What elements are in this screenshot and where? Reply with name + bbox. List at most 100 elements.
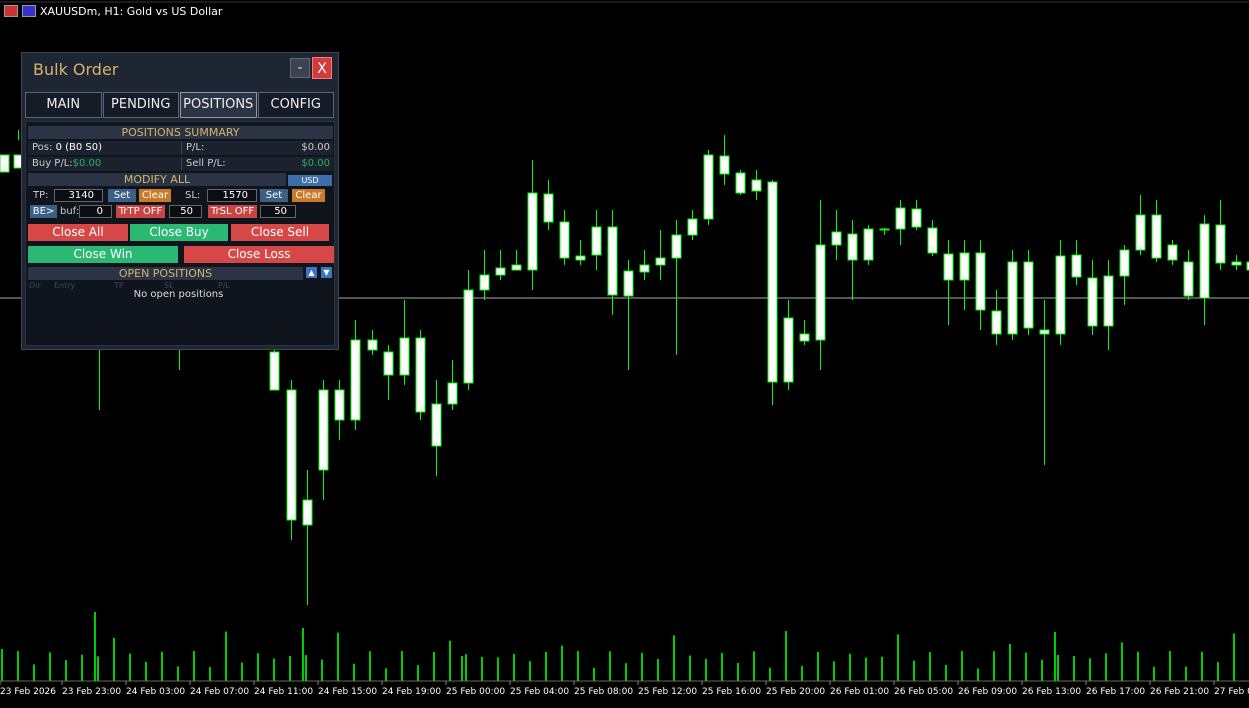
close-button[interactable]: X bbox=[312, 57, 332, 79]
candle-body bbox=[1087, 277, 1098, 327]
x-tick-label: 24 Feb 19:00 bbox=[382, 687, 441, 697]
tab-config[interactable]: CONFIG bbox=[257, 92, 334, 118]
positions-tab-content: POSITIONS SUMMARY Pos: 0 (B0 S0) P/L: $0… bbox=[25, 121, 335, 346]
candle-body bbox=[767, 181, 778, 383]
candle-body bbox=[1119, 249, 1130, 277]
x-tick-label: 24 Feb 07:00 bbox=[190, 687, 249, 697]
x-tick-label: 26 Feb 09:00 bbox=[958, 687, 1017, 697]
sl-clear-button[interactable]: Clear bbox=[292, 189, 325, 202]
candle-body bbox=[959, 252, 970, 281]
tab-bar: MAIN PENDING POSITIONS CONFIG bbox=[25, 92, 335, 118]
candle-body bbox=[863, 228, 874, 261]
x-tick-label: 24 Feb 15:00 bbox=[318, 687, 377, 697]
candle-body bbox=[463, 289, 474, 384]
modify-all-header: MODIFY ALL bbox=[28, 173, 286, 186]
candle-body bbox=[1039, 329, 1050, 335]
pl-label: P/L: bbox=[186, 142, 205, 153]
candle-body bbox=[575, 255, 586, 261]
candle-body bbox=[1055, 255, 1066, 335]
buffer-input[interactable]: 0 bbox=[79, 205, 112, 218]
summary-row-buy-sell: Buy P/L:$0.00 Sell P/L: $0.00 bbox=[28, 157, 333, 171]
trailing-tp-toggle[interactable]: TrTP OFF bbox=[116, 205, 165, 218]
sell-pl-label: Sell P/L: bbox=[186, 158, 226, 169]
candle-body bbox=[269, 351, 280, 391]
x-tick-label: 24 Feb 03:00 bbox=[126, 687, 185, 697]
close-loss-button[interactable]: Close Loss bbox=[184, 246, 334, 263]
candle-body bbox=[687, 218, 698, 236]
tp-set-button[interactable]: Set bbox=[108, 189, 136, 202]
candle-body bbox=[415, 337, 426, 413]
candle-body bbox=[831, 231, 842, 246]
candle-body bbox=[334, 389, 345, 421]
empty-positions-message: No open positions bbox=[133, 289, 224, 300]
pos-label: Pos: bbox=[32, 142, 53, 153]
buy-pl-label: Buy P/L: bbox=[32, 158, 73, 169]
close-sell-button[interactable]: Close Sell bbox=[231, 224, 329, 241]
candle-body bbox=[1183, 261, 1194, 297]
pos-value: 0 (B0 S0) bbox=[55, 142, 103, 153]
candle-body bbox=[607, 226, 618, 296]
trailing-tp-input[interactable]: 50 bbox=[169, 205, 202, 218]
x-tick-label: 25 Feb 20:00 bbox=[766, 687, 825, 697]
sl-set-button[interactable]: Set bbox=[260, 189, 288, 202]
candle-body bbox=[1071, 254, 1082, 278]
x-tick-label: 25 Feb 04:00 bbox=[510, 687, 569, 697]
scroll-up-button[interactable]: ▲ bbox=[306, 267, 317, 278]
x-tick-label: 23 Feb 23:00 bbox=[62, 687, 121, 697]
x-tick-label: 25 Feb 16:00 bbox=[702, 687, 761, 697]
candle-body bbox=[735, 172, 746, 194]
tp-clear-button[interactable]: Clear bbox=[139, 189, 171, 202]
x-tick-label: 26 Feb 21:00 bbox=[1150, 687, 1209, 697]
close-all-button[interactable]: Close All bbox=[28, 224, 128, 241]
breakeven-button[interactable]: BE> bbox=[30, 205, 57, 218]
candle-body bbox=[847, 233, 858, 261]
close-win-button[interactable]: Close Win bbox=[28, 246, 178, 263]
close-buy-button[interactable]: Close Buy bbox=[130, 224, 228, 241]
buffer-label: buf: bbox=[60, 206, 80, 217]
panel-header[interactable]: Bulk Order - X bbox=[22, 53, 338, 85]
x-tick-label: 26 Feb 13:00 bbox=[1022, 687, 1081, 697]
summary-divider bbox=[181, 142, 182, 154]
candle-body bbox=[1151, 214, 1162, 259]
tab-positions[interactable]: POSITIONS bbox=[180, 92, 257, 118]
tab-main[interactable]: MAIN bbox=[25, 92, 102, 118]
sl-input[interactable]: 1570 bbox=[207, 189, 257, 202]
pl-value: $0.00 bbox=[301, 142, 330, 153]
currency-toggle-button[interactable]: USD bbox=[288, 175, 332, 186]
candle-body bbox=[399, 337, 410, 376]
candle-body bbox=[623, 270, 634, 297]
tab-pending[interactable]: PENDING bbox=[102, 92, 179, 118]
trailing-sl-input[interactable]: 50 bbox=[260, 205, 296, 218]
candle-body bbox=[1215, 224, 1226, 264]
candle-body bbox=[911, 208, 922, 228]
chart-menu-icon[interactable] bbox=[4, 5, 18, 17]
chart-titlebar: XAUUSDm, H1: Gold vs US Dollar bbox=[0, 0, 222, 22]
candle-body bbox=[286, 389, 297, 521]
candle-body bbox=[671, 234, 682, 259]
trailing-sl-toggle[interactable]: TrSL OFF bbox=[208, 205, 257, 218]
x-tick-label: 26 Feb 01:00 bbox=[830, 687, 889, 697]
candle-body bbox=[655, 257, 666, 266]
x-tick-label: 27 Feb 0 bbox=[1214, 687, 1249, 697]
summary-row-pos: Pos: 0 (B0 S0) P/L: $0.00 bbox=[28, 141, 333, 155]
open-positions-header: OPEN POSITIONS bbox=[28, 267, 303, 280]
candle-body bbox=[318, 389, 329, 471]
tp-input[interactable]: 3140 bbox=[54, 189, 103, 202]
x-tick-label: 25 Feb 00:00 bbox=[446, 687, 505, 697]
sl-label: SL: bbox=[185, 190, 201, 201]
candle-body bbox=[799, 333, 810, 342]
candle-body bbox=[639, 264, 650, 273]
candle-body bbox=[895, 207, 906, 230]
minimize-button[interactable]: - bbox=[290, 58, 310, 78]
scroll-down-button[interactable]: ▼ bbox=[321, 267, 332, 278]
candle-body bbox=[0, 154, 10, 173]
positions-summary-header: POSITIONS SUMMARY bbox=[28, 126, 333, 139]
candle-body bbox=[495, 267, 506, 276]
candle-body bbox=[1103, 275, 1114, 327]
candle-body bbox=[383, 351, 394, 376]
candle-body bbox=[431, 403, 442, 447]
bulk-order-panel: Bulk Order - X MAIN PENDING POSITIONS CO… bbox=[21, 52, 339, 350]
candle-body bbox=[815, 244, 826, 341]
chart-window-icon[interactable] bbox=[22, 5, 36, 17]
x-tick-label: 24 Feb 11:00 bbox=[254, 687, 313, 697]
